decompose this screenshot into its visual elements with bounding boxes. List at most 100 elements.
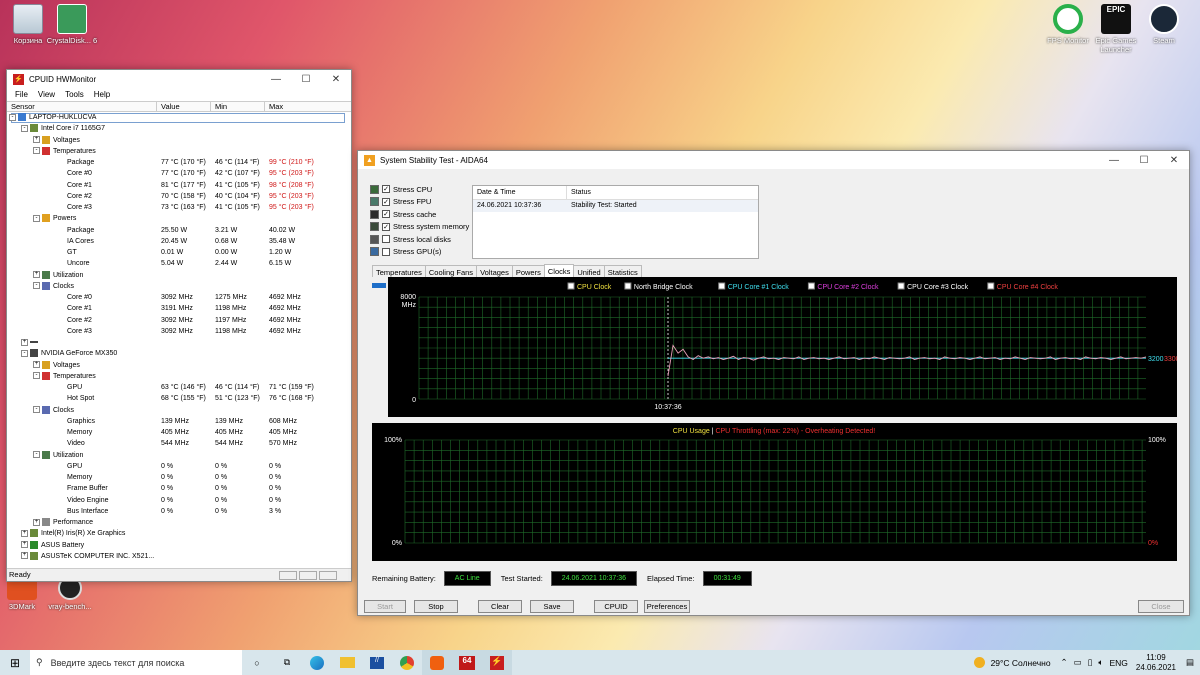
collapse-icon[interactable]: - — [33, 372, 40, 380]
expand-icon[interactable]: + — [21, 529, 28, 537]
expand-icon[interactable]: + — [21, 552, 28, 560]
preferences-button[interactable]: Preferences — [644, 600, 690, 613]
tree-node[interactable]: + — [7, 337, 351, 348]
cpuid-button[interactable]: CPUID — [594, 600, 638, 613]
minimize-button[interactable]: — — [1099, 155, 1129, 166]
checkbox[interactable] — [382, 235, 390, 243]
collapse-icon[interactable]: - — [21, 349, 28, 357]
expand-icon[interactable]: + — [33, 271, 40, 279]
maximize-button[interactable]: ☐ — [1129, 155, 1159, 166]
expand-icon[interactable]: + — [33, 361, 40, 369]
battery-icon[interactable]: ▯ — [1088, 657, 1093, 668]
cortana-icon[interactable]: ○ — [242, 650, 272, 675]
chevron-up-icon[interactable]: ⌃ — [1061, 657, 1068, 668]
aida64-titlebar[interactable]: ▲ System Stability Test - AIDA64 — ☐ ✕ — [358, 151, 1189, 169]
sensor-row[interactable]: GT 0.01 W 0.00 W 1.20 W — [7, 247, 351, 258]
collapse-icon[interactable]: - — [21, 124, 28, 132]
collapse-icon[interactable]: - — [33, 147, 40, 155]
sensor-row[interactable]: Core #2 3092 MHz 1197 MHz 4692 MHz — [7, 315, 351, 326]
sensor-row[interactable]: Bus Interface 0 % 0 % 3 % — [7, 506, 351, 517]
notification-icon[interactable]: ▤ — [1186, 657, 1194, 668]
sensor-row[interactable]: Package 77 °C (170 °F) 46 °C (114 °F) 99 °C… — [7, 157, 351, 168]
tree-node[interactable]: - Temperatures — [7, 371, 351, 382]
sensor-row[interactable]: Package 25.50 W 3.21 W 40.02 W — [7, 225, 351, 236]
checkbox[interactable]: ✓ — [382, 185, 390, 193]
collapse-icon[interactable]: - — [33, 282, 40, 290]
aida64-flame-taskbar-icon[interactable] — [422, 650, 452, 675]
col-value[interactable]: Value — [157, 102, 211, 111]
stress-option[interactable]: ✓ Stress system memory — [370, 221, 469, 233]
aida64-taskbar-icon[interactable]: 64 — [452, 650, 482, 675]
stop-button[interactable]: Stop — [414, 600, 458, 613]
file-explorer-icon[interactable] — [332, 650, 362, 675]
close-button[interactable]: ✕ — [321, 74, 351, 85]
collapse-icon[interactable]: - — [9, 113, 16, 121]
collapse-icon[interactable]: - — [33, 214, 40, 222]
sensor-row[interactable]: Frame Buffer 0 % 0 % 0 % — [7, 483, 351, 494]
expand-icon[interactable]: + — [33, 518, 40, 526]
tree-node[interactable]: + Voltages — [7, 360, 351, 371]
hwmonitor-taskbar-icon[interactable]: ⚡ — [482, 650, 512, 675]
checkbox[interactable]: ✓ — [382, 210, 390, 218]
edge-icon[interactable] — [302, 650, 332, 675]
sensor-tree[interactable]: - LAPTOP-HUKLUCVA - Intel Core i7 1165G7 + Vo… — [7, 112, 351, 567]
col-min[interactable]: Min — [211, 102, 265, 111]
menu-file[interactable]: File — [10, 90, 33, 99]
sensor-row[interactable]: Video 544 MHz 544 MHz 570 MHz — [7, 438, 351, 449]
tree-node[interactable]: - Intel Core i7 1165G7 — [7, 123, 351, 134]
chrome-icon[interactable] — [392, 650, 422, 675]
menu-tools[interactable]: Tools — [60, 90, 89, 99]
clear-button[interactable]: Clear — [478, 600, 522, 613]
tree-node[interactable]: + ASUS Battery — [7, 540, 351, 551]
volume-icon[interactable]: 🔈︎ — [1098, 657, 1103, 668]
sensor-row[interactable]: Uncore 5.04 W 2.44 W 6.15 W — [7, 258, 351, 269]
sensor-row[interactable]: Graphics 139 MHz 139 MHz 608 MHz — [7, 416, 351, 427]
expand-icon[interactable]: + — [21, 338, 28, 346]
clock[interactable]: 11:09 24.06.2021 — [1136, 653, 1176, 673]
sensor-row[interactable]: Core #1 81 °C (177 °F) 41 °C (105 °F) 98 °C… — [7, 180, 351, 191]
hwmonitor-titlebar[interactable]: ⚡ CPUID HWMonitor — ☐ ✕ — [7, 70, 351, 88]
tree-node[interactable]: - Clocks — [7, 405, 351, 416]
sensor-row[interactable]: Video Engine 0 % 0 % 0 % — [7, 495, 351, 506]
collapse-icon[interactable]: - — [33, 451, 40, 459]
checkbox[interactable] — [382, 247, 390, 256]
expand-icon[interactable]: + — [21, 541, 28, 549]
network-icon[interactable]: ▭ — [1074, 657, 1082, 668]
checkbox[interactable]: ✓ — [382, 197, 390, 206]
maximize-button[interactable]: ☐ — [291, 74, 321, 85]
task-view-icon[interactable]: ⧉ — [272, 650, 302, 675]
tree-node[interactable]: + Voltages — [7, 135, 351, 146]
sensor-row[interactable]: Core #3 3092 MHz 1198 MHz 4692 MHz — [7, 326, 351, 337]
save-button[interactable]: Save — [530, 600, 574, 613]
close-dialog-button[interactable]: Close — [1138, 600, 1184, 613]
aida64-stability-window[interactable]: ▲ System Stability Test - AIDA64 — ☐ ✕ D… — [357, 150, 1190, 616]
sensor-row[interactable]: Core #2 70 °C (158 °F) 40 °C (104 °F) 95 °C… — [7, 191, 351, 202]
minimize-button[interactable]: — — [261, 74, 291, 85]
menu-help[interactable]: Help — [89, 90, 115, 99]
checkbox[interactable]: ✓ — [382, 222, 390, 231]
sensor-row[interactable]: Hot Spot 68 °C (155 °F) 51 °C (123 °F) 76 °… — [7, 393, 351, 404]
stress-option[interactable]: ✓ Stress CPU — [370, 183, 432, 195]
tree-node[interactable]: - Clocks — [7, 281, 351, 292]
sensor-row[interactable]: Memory 405 MHz 405 MHz 405 MHz — [7, 427, 351, 438]
expand-icon[interactable]: + — [33, 136, 40, 144]
stress-option[interactable]: ✓ Stress FPU — [370, 196, 431, 208]
close-button[interactable]: ✕ — [1159, 155, 1189, 166]
col-max[interactable]: Max — [265, 102, 351, 111]
weather-text[interactable]: 29°C Солнечно — [991, 658, 1051, 668]
desktop-icon-steam[interactable]: Steam — [1136, 4, 1192, 45]
sensor-row[interactable]: Core #1 3191 MHz 1198 MHz 4692 MHz — [7, 303, 351, 314]
tree-node[interactable]: - Utilization — [7, 450, 351, 461]
stress-option[interactable]: Stress GPU(s) — [370, 246, 441, 258]
start-button[interactable]: Start — [364, 600, 406, 613]
tree-node[interactable]: - Temperatures — [7, 146, 351, 157]
tree-node[interactable]: - LAPTOP-HUKLUCVA — [7, 112, 351, 123]
weather-icon[interactable] — [973, 657, 985, 668]
language-indicator[interactable]: ENG — [1110, 658, 1128, 668]
tree-node[interactable]: + Performance — [7, 517, 351, 528]
tree-node[interactable]: + Utilization — [7, 270, 351, 281]
sensor-row[interactable]: Core #3 73 °C (163 °F) 41 °C (105 °F) 95 °C… — [7, 202, 351, 213]
hwmonitor-window[interactable]: ⚡ CPUID HWMonitor — ☐ ✕ File View Tools … — [6, 69, 352, 582]
desktop-icon-crystaldisk[interactable]: CrystalDisk... 6 — [44, 4, 100, 45]
taskbar-search[interactable]: ⚲ Введите здесь текст для поиска — [30, 650, 242, 675]
